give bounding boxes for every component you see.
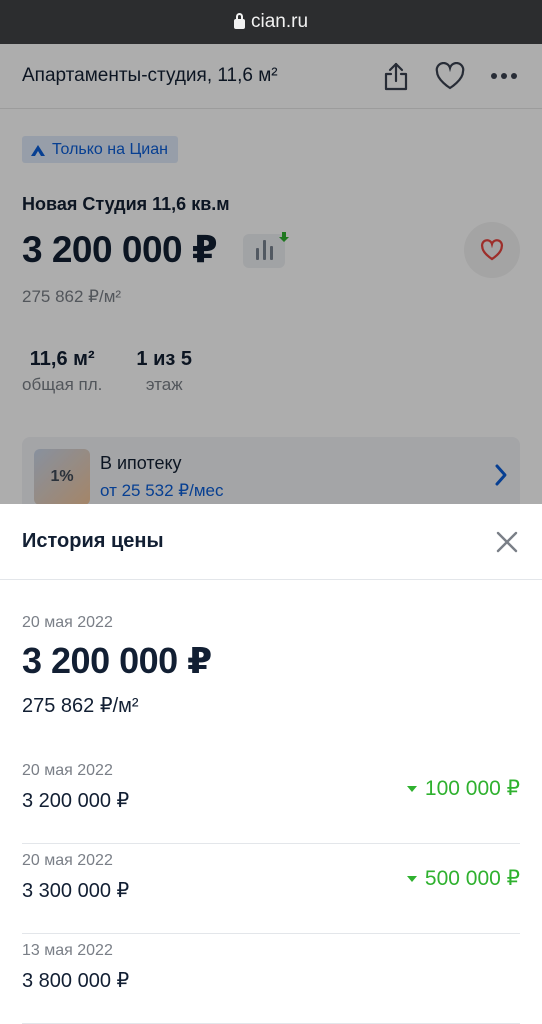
history-date: 20 мая 2022 [22, 762, 113, 779]
decrease-arrow-icon [406, 875, 417, 882]
history-price: 3 300 000 ₽ [22, 880, 130, 902]
list-item: 20 мая 2022 3 200 000 ₽ 100 000 ₽ [22, 754, 520, 844]
list-item: 13 мая 2022 3 800 000 ₽ [22, 934, 520, 1024]
sheet-header: История цены [0, 504, 542, 580]
close-button[interactable] [494, 529, 520, 555]
modal-backdrop[interactable] [0, 44, 542, 504]
price-history-list: 20 мая 2022 3 200 000 ₽ 100 000 ₽ 20 мая… [22, 754, 520, 1024]
history-date: 20 мая 2022 [22, 852, 113, 869]
price-history-sheet: История цены 20 мая 2022 3 200 000 ₽ 275… [0, 504, 542, 1024]
history-change: 100 000 ₽ [406, 776, 520, 801]
history-change-value: 500 000 ₽ [424, 867, 520, 890]
current-price: 3 200 000 ₽ [22, 640, 212, 681]
browser-url-bar[interactable]: cian.ru [0, 0, 542, 44]
history-change: 500 000 ₽ [406, 866, 520, 891]
decrease-arrow-icon [406, 785, 417, 792]
history-change-value: 100 000 ₽ [424, 777, 520, 800]
current-price-date: 20 мая 2022 [22, 614, 113, 631]
history-price: 3 800 000 ₽ [22, 970, 130, 992]
url-text[interactable]: cian.ru [251, 11, 308, 33]
close-icon [496, 531, 518, 552]
current-price-per-meter: 275 862 ₽/м² [22, 695, 139, 717]
sheet-title: История цены [22, 530, 164, 552]
list-item: 20 мая 2022 3 300 000 ₽ 500 000 ₽ [22, 844, 520, 934]
history-price: 3 200 000 ₽ [22, 790, 130, 812]
lock-icon [233, 13, 245, 29]
history-date: 13 мая 2022 [22, 942, 113, 959]
